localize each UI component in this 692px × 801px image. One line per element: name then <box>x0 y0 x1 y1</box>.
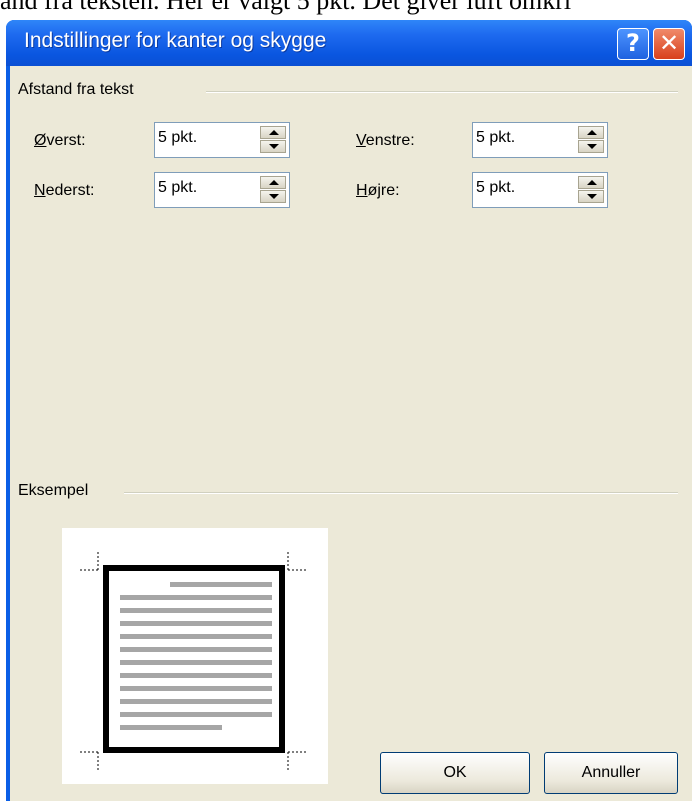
group-divider <box>124 492 678 494</box>
bottom-label: Nederst: <box>34 182 95 199</box>
up-arrow-icon <box>587 130 597 135</box>
down-arrow-icon <box>269 194 279 199</box>
top-spin-buttons <box>260 126 286 154</box>
left-decrease-button[interactable] <box>578 140 604 153</box>
up-arrow-icon <box>269 130 279 135</box>
preview-illustration <box>80 552 308 770</box>
bottom-decrease-button[interactable] <box>260 190 286 203</box>
right-decrease-button[interactable] <box>578 190 604 203</box>
top-label: Øverst: <box>34 132 86 149</box>
distance-group-label: Afstand fra tekst <box>18 81 140 99</box>
cancel-button[interactable]: Annuller <box>544 752 678 794</box>
document-background-text: and fra teksten. Her er valgt 5 pkt. Det… <box>0 0 572 15</box>
down-arrow-icon <box>269 144 279 149</box>
right-spin-buttons <box>578 176 604 204</box>
top-spinner[interactable]: 5 pkt. <box>154 122 290 158</box>
right-spinner[interactable]: 5 pkt. <box>472 172 608 208</box>
down-arrow-icon <box>587 144 597 149</box>
border-shading-options-dialog: Indstillinger for kanter og skygge ? ✕ A… <box>6 20 692 801</box>
close-button[interactable]: ✕ <box>653 28 685 60</box>
dialog-title: Indstillinger for kanter og skygge <box>24 29 327 52</box>
left-increase-button[interactable] <box>578 126 604 139</box>
up-arrow-icon <box>587 180 597 185</box>
help-icon: ? <box>626 29 640 57</box>
example-group-label: Eksempel <box>18 482 95 500</box>
left-label: Venstre: <box>356 132 415 149</box>
left-value[interactable]: 5 pkt. <box>476 129 515 147</box>
help-button[interactable]: ? <box>617 28 649 60</box>
bottom-spinner[interactable]: 5 pkt. <box>154 172 290 208</box>
ok-button[interactable]: OK <box>380 752 530 794</box>
group-divider <box>206 91 678 93</box>
top-decrease-button[interactable] <box>260 140 286 153</box>
title-bar[interactable]: Indstillinger for kanter og skygge ? ✕ <box>6 20 692 66</box>
bottom-increase-button[interactable] <box>260 176 286 189</box>
down-arrow-icon <box>587 194 597 199</box>
bottom-spin-buttons <box>260 176 286 204</box>
right-increase-button[interactable] <box>578 176 604 189</box>
left-spin-buttons <box>578 126 604 154</box>
top-value[interactable]: 5 pkt. <box>158 129 197 147</box>
close-icon: ✕ <box>658 29 680 57</box>
left-spinner[interactable]: 5 pkt. <box>472 122 608 158</box>
right-label: Højre: <box>356 182 400 199</box>
bottom-value[interactable]: 5 pkt. <box>158 179 197 197</box>
top-increase-button[interactable] <box>260 126 286 139</box>
dialog-client-area: Afstand fra tekst Øverst: 5 pkt. Venstre… <box>10 66 692 801</box>
right-value[interactable]: 5 pkt. <box>476 179 515 197</box>
border-preview[interactable] <box>62 528 328 784</box>
up-arrow-icon <box>269 180 279 185</box>
